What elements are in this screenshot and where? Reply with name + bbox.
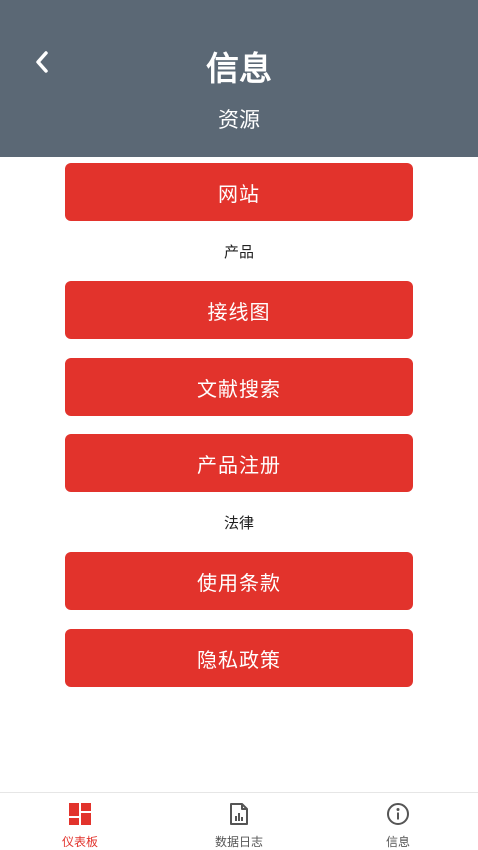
- wiring-diagram-button[interactable]: 接线图: [65, 281, 413, 339]
- literature-search-button[interactable]: 文献搜索: [65, 358, 413, 416]
- dashboard-grid-icon: [69, 803, 91, 825]
- app-screen: 信息 资源 网站 产品 接线图 文献搜索 产品注册 法律 使用条款 隐私政策 仪…: [0, 0, 478, 850]
- privacy-policy-button[interactable]: 隐私政策: [65, 629, 413, 687]
- tab-info[interactable]: 信息: [338, 793, 458, 850]
- tab-data-log[interactable]: 数据日志: [179, 793, 299, 850]
- tab-data-log-label: 数据日志: [214, 835, 263, 849]
- tab-dashboard-label: 仪表板: [61, 835, 98, 849]
- header: 信息 资源: [0, 0, 478, 157]
- tab-bar: 仪表板 数据日志 信息: [0, 792, 478, 850]
- report-document-icon: [230, 803, 248, 825]
- info-circle-icon: [387, 803, 409, 825]
- product-registration-button[interactable]: 产品注册: [65, 434, 413, 492]
- tab-info-label: 信息: [385, 835, 410, 849]
- terms-of-use-button[interactable]: 使用条款: [65, 552, 413, 610]
- legal-section-label: 法律: [223, 514, 254, 532]
- page-title: 信息: [206, 49, 272, 88]
- website-button[interactable]: 网站: [65, 163, 413, 221]
- page-subtitle: 资源: [218, 108, 260, 132]
- tab-dashboard[interactable]: 仪表板: [20, 793, 140, 850]
- products-section-label: 产品: [223, 243, 254, 261]
